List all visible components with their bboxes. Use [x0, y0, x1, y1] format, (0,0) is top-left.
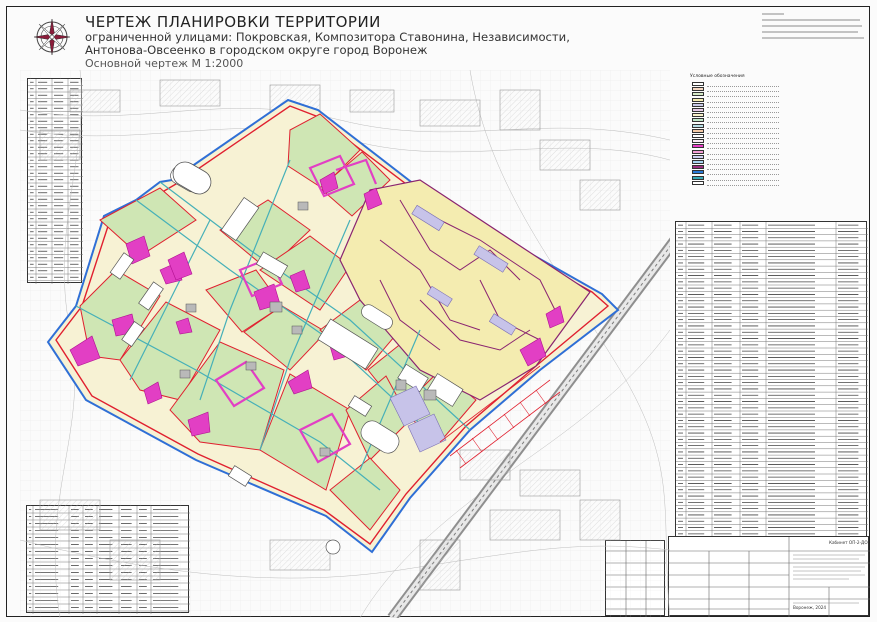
legend-swatch: [692, 118, 704, 123]
legend: Условные обозначения: [690, 74, 782, 186]
territory-plan-map: [20, 70, 670, 618]
legend-swatch: [692, 175, 704, 180]
compass-rose-icon: [33, 18, 71, 56]
legend-swatch: [692, 144, 704, 149]
legend-swatch: [692, 97, 704, 102]
legend-swatch: [692, 113, 704, 118]
legend-swatch: [692, 165, 704, 170]
top-right-notes: [762, 12, 866, 53]
drawing-sheet: ЧЕРТЕЖ ПЛАНИРОВКИ ТЕРРИТОРИИ ограниченно…: [0, 0, 877, 622]
legend-swatch: [692, 92, 704, 97]
legend-label-line: [707, 181, 779, 186]
legend-swatch: [692, 128, 704, 133]
legend-swatch: [692, 139, 704, 144]
legend-swatch: [692, 108, 704, 112]
legend-swatch: [692, 154, 704, 159]
legend-swatch: [692, 149, 704, 154]
drawing-scale-note: Основной чертеж М 1:2000: [85, 57, 244, 70]
explication-table-grid: [676, 222, 868, 538]
legend-swatch: [692, 180, 704, 185]
legend-swatch: [692, 82, 704, 86]
stamp-sheet-code: Кабинет ОП-2-ДО: [829, 540, 868, 545]
title-stamp: Кабинет ОП-2-ДО Воронеж, 2024: [668, 536, 870, 617]
stamp-org: Воронеж, 2024: [793, 605, 827, 610]
legend-swatch: [692, 170, 704, 175]
legend-header: Условные обозначения: [690, 74, 745, 79]
drawing-subtitle-line2: Антонова-Овсеенко в городском округе гор…: [85, 43, 428, 57]
legend-swatch: [692, 123, 704, 128]
legend-swatch: [692, 102, 704, 107]
legend-swatch: [692, 87, 704, 92]
explication-table: [675, 221, 868, 538]
legend-swatch: [692, 160, 704, 164]
drawing-title: ЧЕРТЕЖ ПЛАНИРОВКИ ТЕРРИТОРИИ: [85, 13, 381, 31]
drawing-title-block: ЧЕРТЕЖ ПЛАНИРОВКИ ТЕРРИТОРИИ ограниченно…: [85, 13, 570, 71]
legend-swatch: [692, 134, 704, 138]
legend-item: [690, 180, 782, 186]
